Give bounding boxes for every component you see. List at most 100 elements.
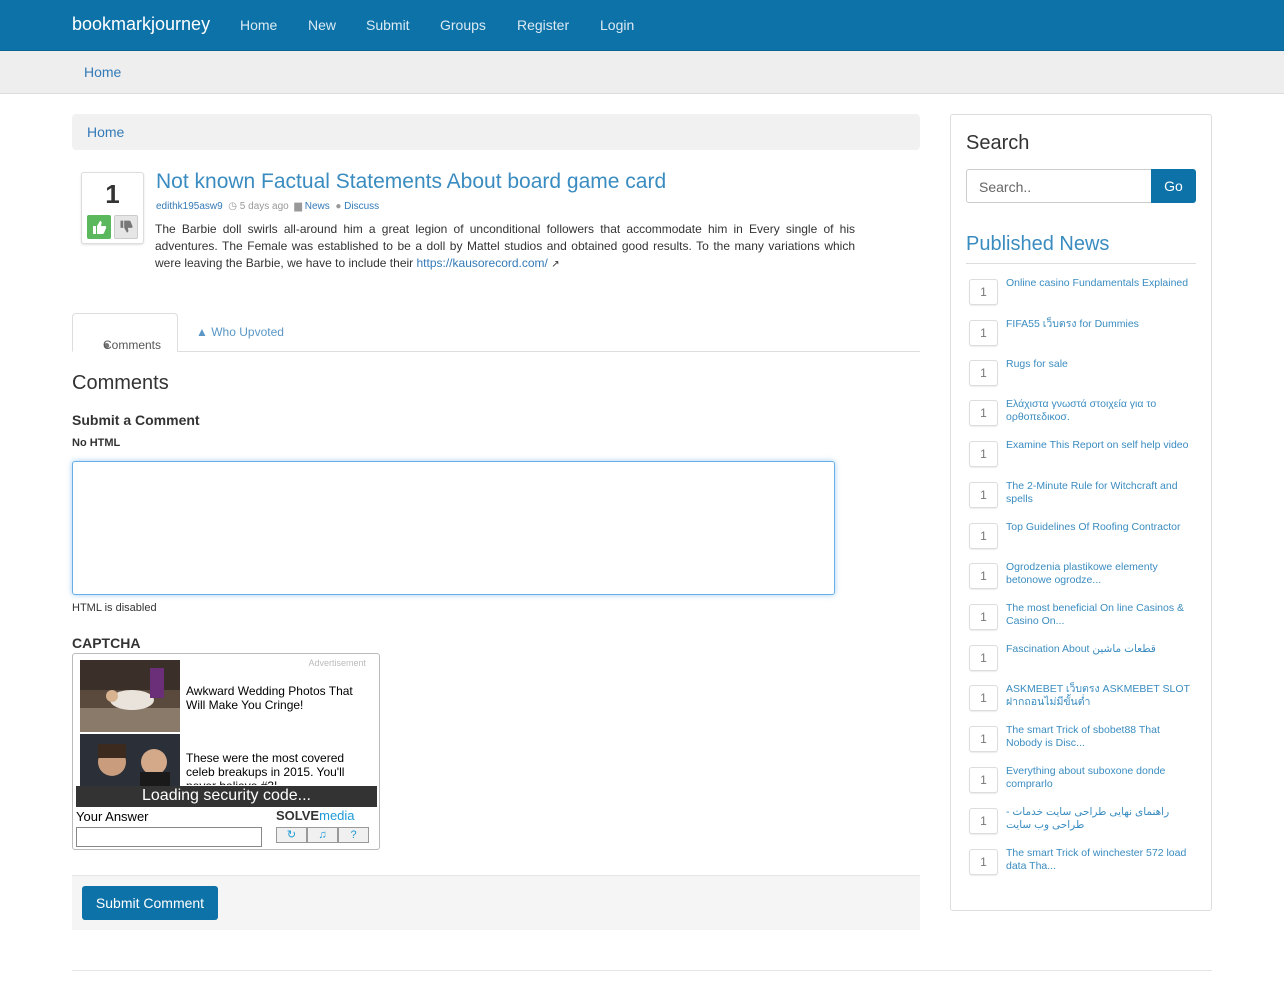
published-news-divider <box>966 263 1196 264</box>
news-title[interactable]: Ελάχιστα γνωστά στοιχεία για το ορθοπεδι… <box>1006 398 1196 424</box>
top-navbar: bookmarkjourney Home New Submit Groups R… <box>0 0 1284 51</box>
submit-comment-button[interactable]: Submit Comment <box>82 886 218 920</box>
news-count-badge: 1 <box>969 849 998 875</box>
news-item[interactable]: 1 Everything about suboxone donde comprar… <box>969 765 1199 801</box>
post-discuss[interactable]: Discuss <box>344 201 379 212</box>
news-item[interactable]: 1 ASKMEBET เว็บตรง ASKMEBET SLOT ฝากถอนไม… <box>969 683 1199 719</box>
news-item[interactable]: 1 - راهنمای نهایی طراحی سایت خدمات طراحی … <box>969 806 1199 842</box>
news-title[interactable]: The smart Trick of sbobet88 That Nobody … <box>1006 724 1196 750</box>
news-title[interactable]: - راهنمای نهایی طراحی سایت خدمات طراحی و… <box>1006 806 1196 832</box>
tab-who-upvoted[interactable]: ▲ Who Upvoted <box>196 325 284 339</box>
post-author[interactable]: edithk195asw9 <box>156 201 223 212</box>
news-title[interactable]: Everything about suboxone donde comprarl… <box>1006 765 1196 791</box>
post-external-link[interactable]: https://kausorecord.com/ <box>417 256 548 270</box>
tab-who-upvoted-label: Who Upvoted <box>211 325 284 339</box>
ad-text-celeb[interactable]: These were the most covered celeb breaku… <box>186 751 366 785</box>
clock-icon: ◷ <box>225 201 238 212</box>
search-heading: Search <box>966 132 1030 154</box>
thumbs-down-icon[interactable] <box>114 215 138 239</box>
captcha-widget: Advertisement Awkward Wedding Photos Tha… <box>72 653 380 850</box>
sidebar: Search Search.. Go Published News 1 Onlin… <box>950 114 1212 911</box>
news-title[interactable]: The most beneficial On line Casinos & Ca… <box>1006 602 1196 628</box>
tab-comments-label: Comments <box>103 338 162 352</box>
news-count-badge: 1 <box>969 604 998 630</box>
ad-text-wedding[interactable]: Awkward Wedding Photos That Will Make Yo… <box>186 684 366 712</box>
thumbs-up-icon[interactable] <box>87 215 111 239</box>
nav-new[interactable]: New <box>308 17 336 33</box>
help-icon[interactable]: ? <box>338 827 369 843</box>
vote-count: 1 <box>105 179 120 209</box>
news-item[interactable]: 1 Ελάχιστα γνωστά στοιχεία για το ορθοπεδ… <box>969 398 1199 434</box>
post-time: 5 days ago <box>239 201 289 212</box>
tab-comments[interactable]: ● Comments <box>72 313 178 352</box>
news-item[interactable]: 1 The most beneficial On line Casinos & C… <box>969 602 1199 638</box>
submit-area: Submit Comment <box>72 875 920 930</box>
news-item[interactable]: 1 The smart Trick of sbobet88 That Nobody… <box>969 724 1199 760</box>
refresh-icon[interactable]: ↻ <box>276 827 307 843</box>
solve-media-logo: SOLVEmedia <box>276 808 355 823</box>
html-disabled-note: HTML is disabled <box>72 602 157 614</box>
vote-box: 1 <box>81 172 144 244</box>
news-title[interactable]: The smart Trick of winchester 572 load d… <box>1006 847 1196 873</box>
captcha-answer-label: Your Answer <box>76 809 149 824</box>
nav-login[interactable]: Login <box>600 17 634 33</box>
news-title[interactable]: Ogrodzenia plastikowe elementy betonowe … <box>1006 561 1196 587</box>
news-item[interactable]: 1 FIFA55 เว็บตรง for Dummies <box>969 318 1199 354</box>
captcha-loading-bar: Loading security code... <box>76 786 377 807</box>
comment-textarea[interactable] <box>72 461 835 595</box>
news-item[interactable]: 1 Fascination About قطعات ماشین <box>969 643 1199 679</box>
news-count-badge: 1 <box>969 360 998 386</box>
solve-logo-media: media <box>319 808 355 823</box>
news-item[interactable]: 1 Top Guidelines Of Roofing Contractor <box>969 521 1199 557</box>
news-item[interactable]: 1 The smart Trick of winchester 572 load … <box>969 847 1199 883</box>
news-count-badge: 1 <box>969 767 998 793</box>
news-item[interactable]: 1 Examine This Report on self help video <box>969 439 1199 475</box>
news-count-badge: 1 <box>969 685 998 711</box>
news-title[interactable]: Top Guidelines Of Roofing Contractor <box>1006 521 1196 534</box>
news-title[interactable]: Rugs for sale <box>1006 358 1196 371</box>
news-item[interactable]: 1 Rugs for sale <box>969 358 1199 394</box>
ad-image-wedding[interactable] <box>80 660 180 732</box>
post-title[interactable]: Not known Factual Statements About board… <box>156 170 666 194</box>
post-body: The Barbie doll swirls all-around him a … <box>155 221 855 273</box>
ad-image-celeb[interactable] <box>80 734 180 786</box>
solve-logo-solve: SOLVE <box>276 808 320 823</box>
search-input[interactable]: Search.. <box>966 169 1152 203</box>
audio-icon[interactable]: ♫ <box>307 827 338 843</box>
news-count-badge: 1 <box>969 808 998 834</box>
nav-home[interactable]: Home <box>240 17 277 33</box>
news-item[interactable]: 1 Ogrodzenia plastikowe elementy betonowe… <box>969 561 1199 597</box>
nav-submit[interactable]: Submit <box>366 17 410 33</box>
nav-register[interactable]: Register <box>517 17 569 33</box>
nav-groups[interactable]: Groups <box>440 17 486 33</box>
news-item[interactable]: 1 The 2-Minute Rule for Witchcraft and sp… <box>969 480 1199 516</box>
news-item[interactable]: 1 Online casino Fundamentals Explained <box>969 277 1199 313</box>
tabs-divider <box>72 351 920 352</box>
news-count-badge: 1 <box>969 441 998 467</box>
search-go-button[interactable]: Go <box>1151 169 1196 203</box>
news-title[interactable]: The 2-Minute Rule for Witchcraft and spe… <box>1006 480 1196 506</box>
news-title[interactable]: Fascination About قطعات ماشین <box>1006 643 1196 656</box>
news-count-badge: 1 <box>969 279 998 305</box>
news-title[interactable]: ASKMEBET เว็บตรง ASKMEBET SLOT ฝากถอนไม่… <box>1006 683 1196 709</box>
news-count-badge: 1 <box>969 523 998 549</box>
post-meta: edithk195asw9 ◷ 5 days ago ▆ News ● Disc… <box>156 201 379 212</box>
news-title[interactable]: FIFA55 เว็บตรง for Dummies <box>1006 318 1196 331</box>
post-category[interactable]: News <box>305 201 330 212</box>
submit-comment-heading: Submit a Comment <box>72 412 200 428</box>
breadcrumb-home[interactable]: Home <box>87 124 124 140</box>
thumbs-up-small-icon: ▲ <box>196 325 208 339</box>
external-link-icon: ↗ <box>551 259 560 270</box>
breadcrumb: Home <box>72 114 920 150</box>
news-title[interactable]: Online casino Fundamentals Explained <box>1006 277 1196 290</box>
secondary-bar: Home <box>0 51 1284 94</box>
subbar-home-link[interactable]: Home <box>84 64 121 80</box>
captcha-heading: CAPTCHA <box>72 635 141 651</box>
published-news-heading: Published News <box>966 233 1110 255</box>
news-count-badge: 1 <box>969 645 998 671</box>
captcha-answer-input[interactable] <box>76 827 262 847</box>
news-count-badge: 1 <box>969 726 998 752</box>
advertisement-label: Advertisement <box>308 658 366 668</box>
brand-logo[interactable]: bookmarkjourney <box>72 14 210 35</box>
news-title[interactable]: Examine This Report on self help video <box>1006 439 1196 452</box>
